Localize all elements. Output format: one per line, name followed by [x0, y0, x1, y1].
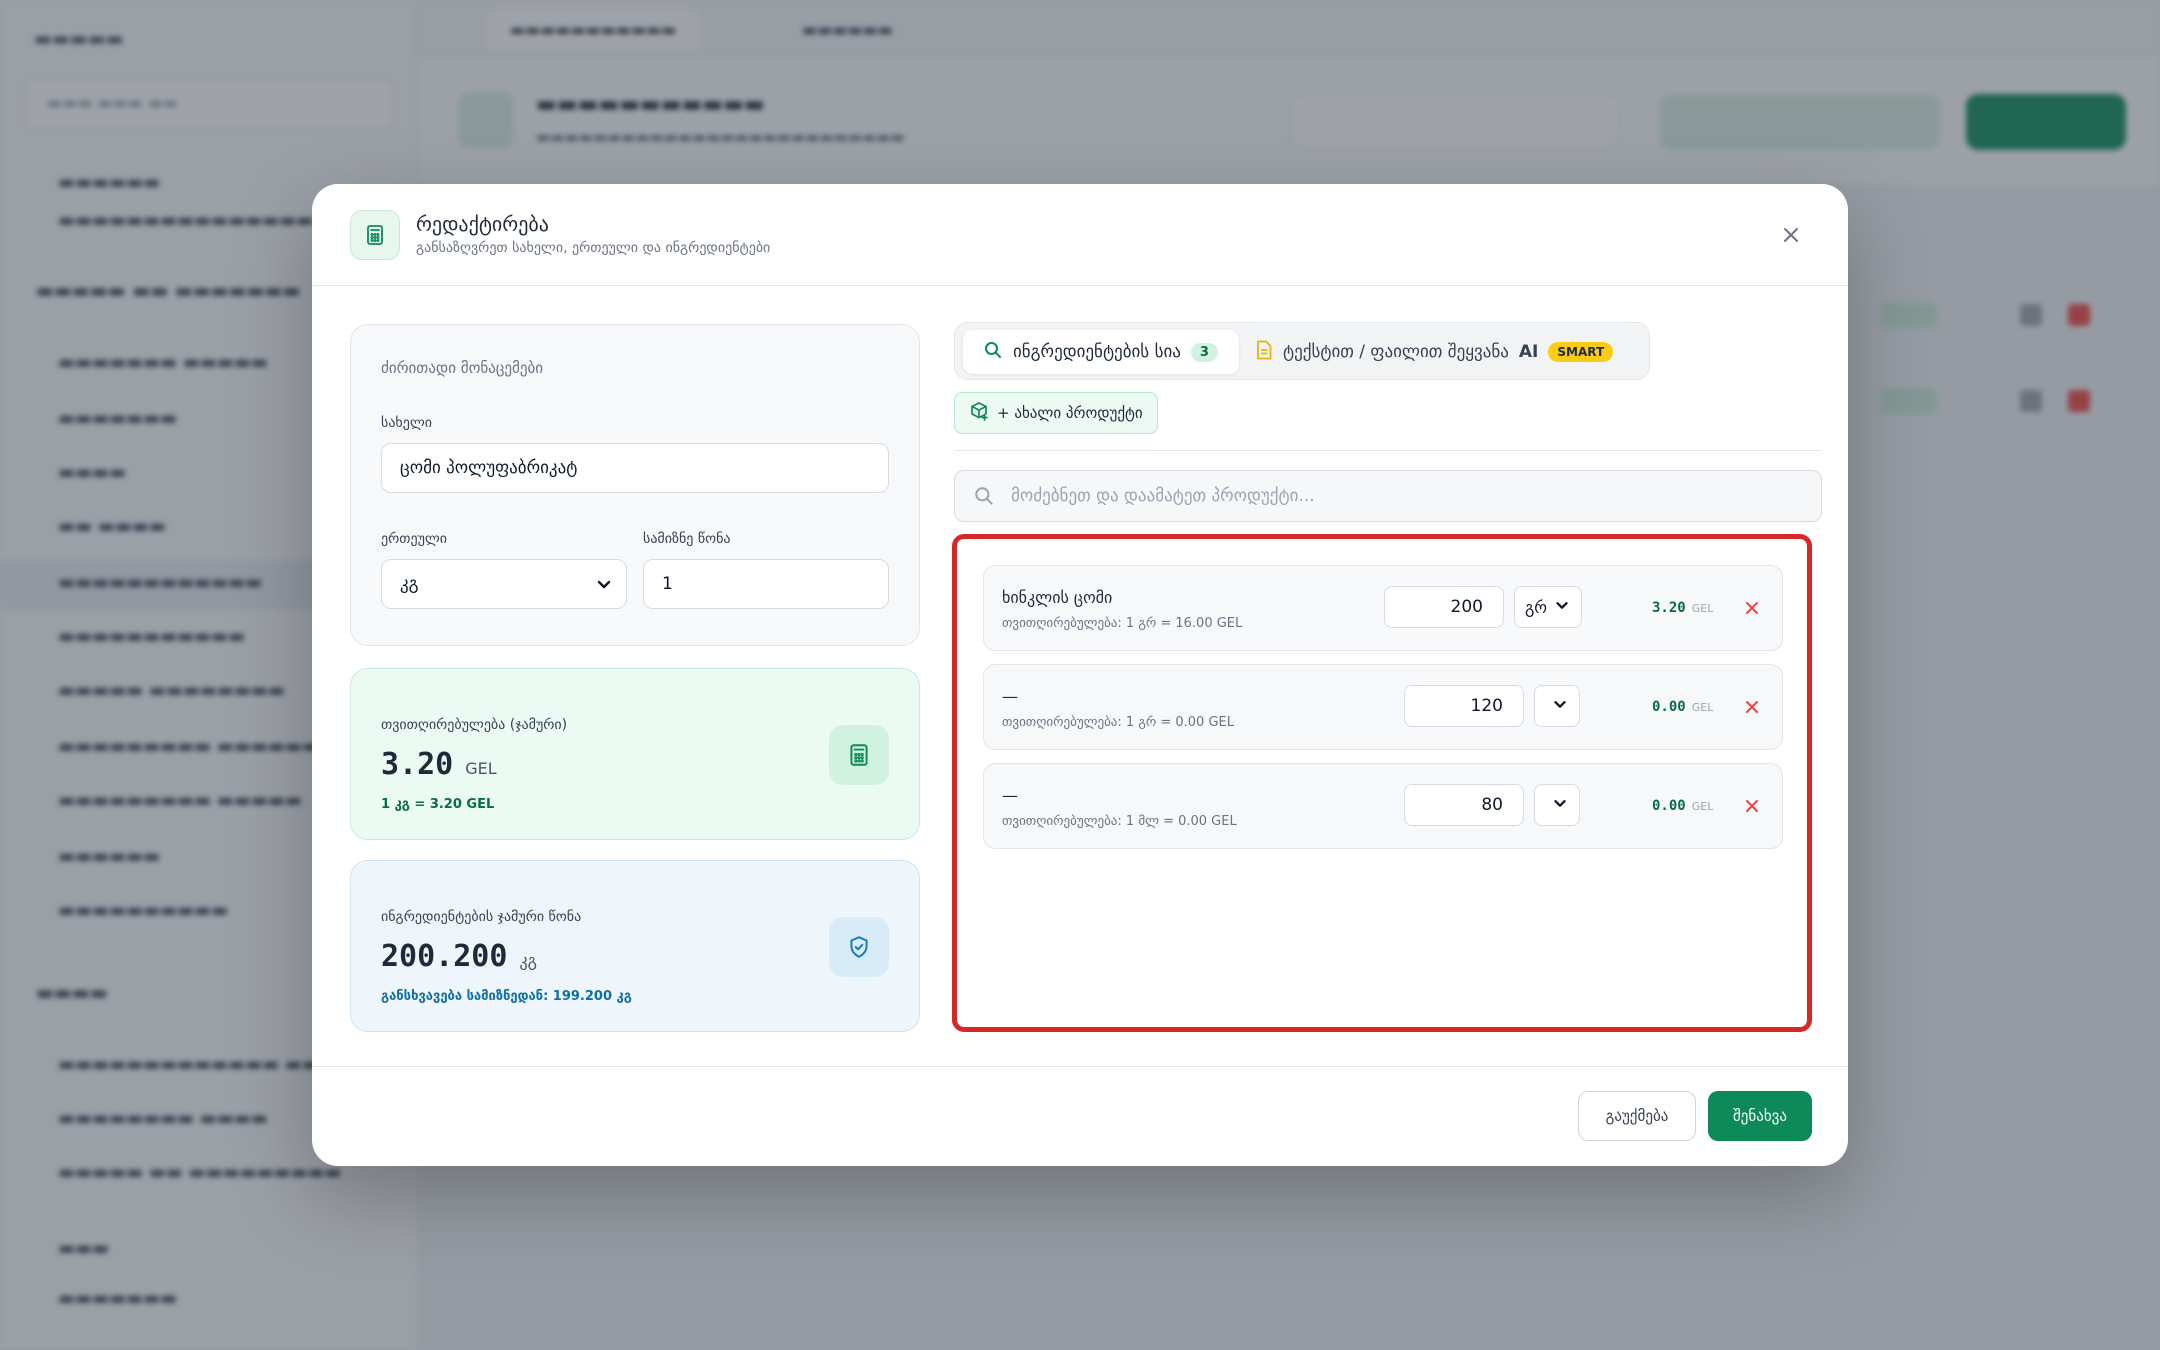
ingredient-row: — თვითღირებულება: 1 გრ = 0.00 GEL 120 0.…	[983, 664, 1783, 750]
modal-header: რედაქტირება განსაზღვრეთ სახელი, ერთეული …	[312, 184, 1848, 286]
remove-ingredient-x-icon[interactable]	[1740, 794, 1764, 818]
chevron-down-icon	[594, 574, 614, 599]
ingredient-unit-select[interactable]: გრ	[1514, 586, 1583, 628]
ingredient-total-value: 0.00	[1652, 699, 1686, 715]
ingredient-unit-cost: თვითღირებულება: 1 გრ = 16.00 GEL	[1002, 616, 1243, 631]
divider	[954, 450, 1822, 451]
weight-label: ინგრედიენტების ჯამური წონა	[381, 909, 582, 925]
weight-difference-note: განსხვავება სამიზნედან: 199.200 კგ	[381, 989, 632, 1004]
ingredient-quantity-input[interactable]: 80	[1404, 784, 1524, 826]
modal-footer: გაუქმება შენახვა	[312, 1066, 1848, 1166]
name-label: სახელი	[381, 415, 432, 431]
ingredient-tabs: ინგრედიენტების სია 3 ტექსტით / ფაილით შე…	[954, 322, 1650, 380]
modal-subtitle: განსაზღვრეთ სახელი, ერთეული და ინგრედიენ…	[416, 240, 771, 256]
tab-ingredients-label: ინგრედიენტების სია	[1013, 342, 1181, 362]
ingredient-name: —	[1002, 687, 1018, 706]
ingredient-unit-select[interactable]	[1534, 784, 1580, 826]
unit-select-value: კგ	[400, 574, 419, 594]
calculator-icon	[829, 725, 889, 785]
ingredient-line-total: 0.00 GEL	[1652, 798, 1713, 814]
tab-ai-import[interactable]: ტექსტით / ფაილით შეყვანა AI SMART	[1255, 330, 1614, 374]
ingredient-total-currency: GEL	[1691, 701, 1714, 714]
weight-value-row: 200.200 კგ	[381, 939, 537, 974]
ingredient-unit-value: გრ	[1525, 597, 1548, 617]
ingredient-quantity-input[interactable]: 120	[1404, 685, 1524, 727]
section-title: ძირითადი მონაცემები	[381, 359, 543, 377]
ingredient-name: ხინკლის ცომი	[1002, 588, 1113, 607]
search-icon	[983, 340, 1003, 365]
tab-ingredients-list[interactable]: ინგრედიენტების სია 3	[963, 330, 1239, 374]
new-product-label: + ახალი პროდუქტი	[997, 404, 1143, 422]
cost-value-row: 3.20 GEL	[381, 747, 497, 782]
remove-ingredient-x-icon[interactable]	[1740, 695, 1764, 719]
ingredient-name: —	[1002, 786, 1018, 805]
modal-title: რედაქტირება	[416, 212, 549, 236]
unit-select[interactable]: კგ	[381, 559, 627, 609]
ingredient-total-value: 3.20	[1652, 600, 1686, 616]
ingredient-total-currency: GEL	[1691, 800, 1714, 813]
yield-input[interactable]: 1	[643, 559, 889, 609]
cost-label: თვითღირებულება (ჯამური)	[381, 717, 568, 733]
ingredient-row: — თვითღირებულება: 1 მლ = 0.00 GEL 80 0.0…	[983, 763, 1783, 849]
weight-value: 200.200	[381, 939, 508, 974]
chevron-down-icon	[1551, 794, 1569, 816]
cost-unit: GEL	[465, 759, 497, 778]
ingredient-unit-cost: თვითღირებულება: 1 გრ = 0.00 GEL	[1002, 715, 1234, 730]
edit-modal: რედაქტირება განსაზღვრეთ სახელი, ერთეული …	[312, 184, 1848, 1166]
cancel-button[interactable]: გაუქმება	[1578, 1091, 1696, 1141]
ingredient-unit-cost: თვითღირებულება: 1 მლ = 0.00 GEL	[1002, 814, 1237, 829]
ingredient-list: ხინკლის ცომი თვითღირებულება: 1 გრ = 16.0…	[952, 534, 1812, 1032]
ingredient-total-value: 0.00	[1652, 798, 1686, 814]
smart-badge: SMART	[1548, 342, 1614, 362]
cost-summary-card: თვითღირებულება (ჯამური) 3.20 GEL 1 კგ = 3…	[350, 668, 920, 840]
yield-label: სამიზნე წონა	[643, 531, 731, 547]
ingredient-quantity-input[interactable]: 200	[1384, 586, 1504, 628]
ingredient-line-total: 0.00 GEL	[1652, 699, 1713, 715]
new-product-button[interactable]: + ახალი პროდუქტი	[954, 392, 1158, 434]
calculator-icon	[350, 210, 400, 260]
ai-word: AI	[1518, 342, 1539, 362]
document-icon	[1255, 340, 1273, 365]
ingredient-row: ხინკლის ცომი თვითღირებულება: 1 გრ = 16.0…	[983, 565, 1783, 651]
name-input[interactable]: ცომი პოლუფაბრიკატ	[381, 443, 889, 493]
weight-summary-card: ინგრედიენტების ჯამური წონა 200.200 კგ გან…	[350, 860, 920, 1032]
product-search-input[interactable]: მოძებნეთ და დაამატეთ პროდუქტი...	[954, 470, 1822, 522]
ingredient-total-currency: GEL	[1691, 602, 1714, 615]
chevron-down-icon	[1553, 596, 1571, 618]
shield-check-icon	[829, 917, 889, 977]
tab-ai-label: ტექსტით / ფაილით შეყვანა	[1283, 342, 1509, 362]
remove-ingredient-x-icon[interactable]	[1740, 596, 1764, 620]
cost-per-unit-note: 1 კგ = 3.20 GEL	[381, 797, 495, 812]
chevron-down-icon	[1551, 695, 1569, 717]
ingredient-line-total: 3.20 GEL	[1652, 600, 1713, 616]
box-plus-icon	[969, 401, 989, 425]
basic-info-card: ძირითადი მონაცემები სახელი ცომი პოლუფაბრ…	[350, 324, 920, 646]
ingredient-unit-select[interactable]	[1534, 685, 1580, 727]
search-placeholder: მოძებნეთ და დაამატეთ პროდუქტი...	[1011, 486, 1315, 506]
ingredients-count-badge: 3	[1190, 342, 1218, 362]
cost-value: 3.20	[381, 747, 454, 782]
weight-unit: კგ	[519, 951, 537, 970]
unit-label: ერთეული	[381, 531, 448, 547]
close-icon[interactable]	[1774, 218, 1808, 252]
save-button[interactable]: შენახვა	[1708, 1091, 1812, 1141]
search-icon	[973, 485, 995, 512]
